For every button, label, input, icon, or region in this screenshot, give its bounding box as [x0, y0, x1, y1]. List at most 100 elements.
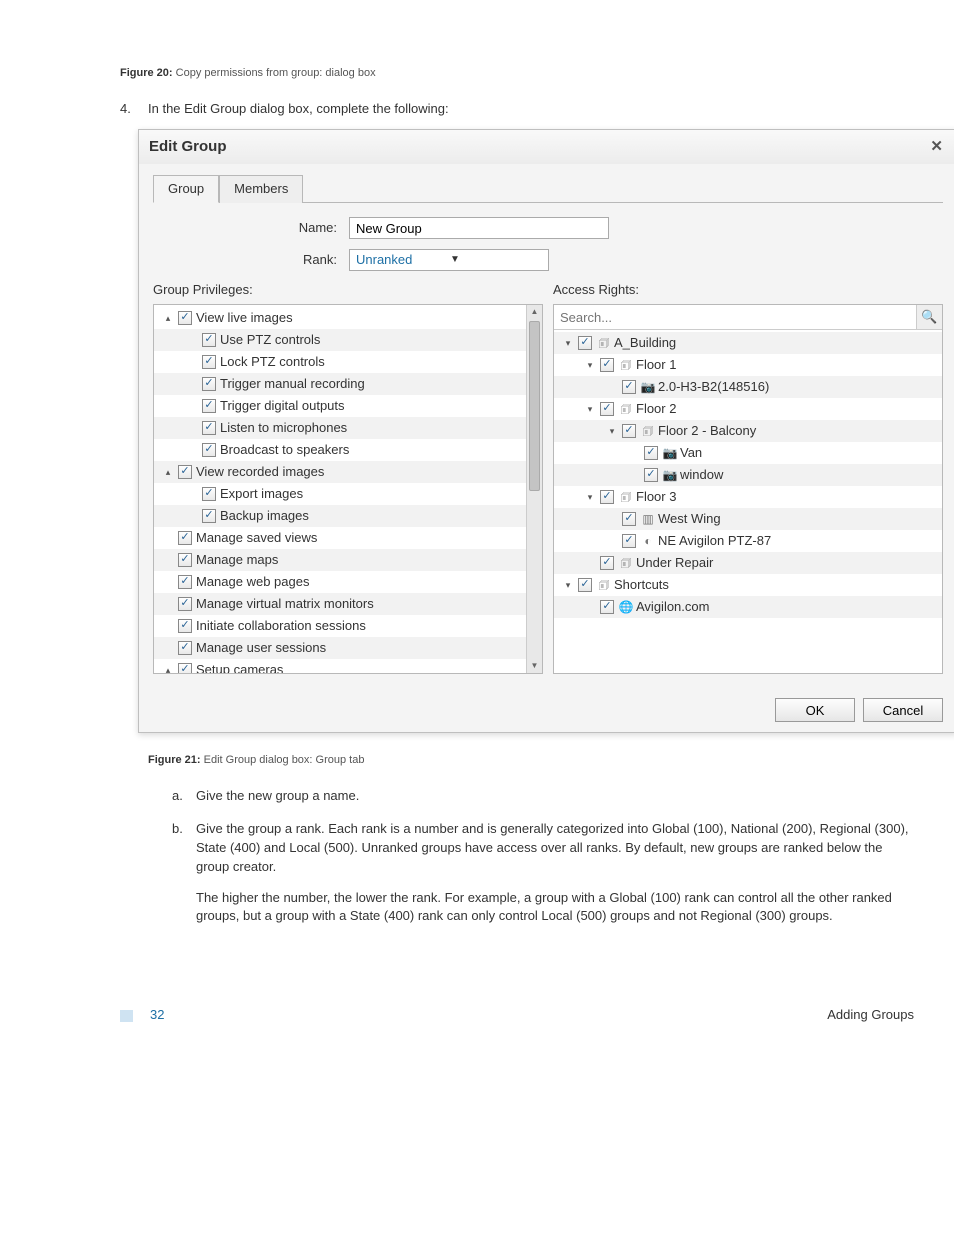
- privilege-row[interactable]: ▴✓View live images: [154, 307, 526, 329]
- privilege-row[interactable]: ✓Manage saved views: [154, 527, 526, 549]
- rights-listbox[interactable]: 🔍 ▾✓🗊A_Building▾✓🗊Floor 1✓📷2.0-H3-B2(148…: [553, 304, 943, 674]
- checkbox[interactable]: ✓: [202, 333, 216, 347]
- privilege-row[interactable]: ▴ ✓ View recorded images: [154, 461, 526, 483]
- checkbox[interactable]: ✓: [578, 336, 592, 350]
- privilege-row[interactable]: ✓Manage user sessions: [154, 637, 526, 659]
- step-a-text: Give the new group a name.: [196, 788, 359, 803]
- rights-row[interactable]: ✓▥West Wing: [554, 508, 942, 530]
- checkbox[interactable]: ✓: [202, 487, 216, 501]
- search-icon[interactable]: 🔍: [916, 305, 942, 329]
- rights-label: A_Building: [614, 334, 676, 353]
- privilege-row[interactable]: ▴✓Setup cameras: [154, 659, 526, 673]
- cam-icon: 📷: [662, 467, 678, 484]
- checkbox[interactable]: ✓: [578, 578, 592, 592]
- scrollbar[interactable]: ▲ ▼: [526, 305, 542, 673]
- tab-members[interactable]: Members: [219, 175, 303, 204]
- rank-select[interactable]: Unranked ▼: [349, 249, 549, 271]
- disclose-icon[interactable]: ▴: [162, 466, 174, 479]
- checkbox[interactable]: ✓: [622, 380, 636, 394]
- disclose-icon[interactable]: ▾: [584, 491, 596, 504]
- chevron-down-icon: ▼: [450, 253, 544, 268]
- privilege-label: View recorded images: [196, 463, 324, 482]
- rights-row[interactable]: ✓📷Van: [554, 442, 942, 464]
- rights-row[interactable]: ▾✓🗊Floor 2 - Balcony: [554, 420, 942, 442]
- disclose-icon[interactable]: ▾: [584, 359, 596, 372]
- checkbox[interactable]: ✓: [202, 355, 216, 369]
- checkbox[interactable]: ✓: [178, 597, 192, 611]
- rights-row[interactable]: ✓🌐Avigilon.com: [554, 596, 942, 618]
- rights-row[interactable]: ✓📷2.0-H3-B2(148516): [554, 376, 942, 398]
- scroll-down-icon[interactable]: ▼: [527, 659, 542, 673]
- privilege-row[interactable]: ✓ Manage virtual matrix monitors: [154, 593, 526, 615]
- privileges-listbox[interactable]: ▴✓View live images✓Use PTZ controls✓Lock…: [153, 304, 543, 674]
- ok-button[interactable]: OK: [775, 698, 855, 722]
- checkbox[interactable]: ✓: [622, 512, 636, 526]
- privilege-row[interactable]: ✓Export images: [154, 483, 526, 505]
- cancel-button[interactable]: Cancel: [863, 698, 943, 722]
- disclose-icon[interactable]: ▴: [162, 664, 174, 674]
- checkbox[interactable]: ✓: [202, 421, 216, 435]
- tab-group[interactable]: Group: [153, 175, 219, 204]
- search-input[interactable]: [554, 305, 916, 329]
- disclose-icon[interactable]: ▾: [584, 403, 596, 416]
- checkbox[interactable]: ✓: [600, 556, 614, 570]
- rights-row[interactable]: ▾✓🗊A_Building: [554, 332, 942, 354]
- checkbox[interactable]: ✓: [202, 399, 216, 413]
- checkbox[interactable]: ✓: [644, 468, 658, 482]
- disclose-icon[interactable]: ▾: [606, 425, 618, 438]
- privilege-row[interactable]: ✓Backup images: [154, 505, 526, 527]
- privilege-row[interactable]: ✓Trigger manual recording: [154, 373, 526, 395]
- checkbox[interactable]: ✓: [178, 663, 192, 673]
- disclose-icon[interactable]: ▴: [162, 312, 174, 325]
- rights-row[interactable]: ▾✓🗊Floor 3: [554, 486, 942, 508]
- checkbox[interactable]: ✓: [644, 446, 658, 460]
- footer-section: Adding Groups: [827, 1006, 914, 1025]
- privilege-row[interactable]: ✓Broadcast to speakers: [154, 439, 526, 461]
- checkbox[interactable]: ✓: [202, 509, 216, 523]
- privilege-row[interactable]: ✓Initiate collaboration sessions: [154, 615, 526, 637]
- checkbox[interactable]: ✓: [600, 358, 614, 372]
- privilege-row[interactable]: ✓Listen to microphones: [154, 417, 526, 439]
- checkbox[interactable]: ✓: [622, 424, 636, 438]
- privilege-row[interactable]: ✓Trigger digital outputs: [154, 395, 526, 417]
- privilege-row[interactable]: ✓ Manage web pages: [154, 571, 526, 593]
- checkbox[interactable]: ✓: [178, 553, 192, 567]
- site-icon: 🗊: [618, 401, 634, 418]
- checkbox[interactable]: ✓: [178, 311, 192, 325]
- close-icon[interactable]: ✕: [926, 136, 947, 158]
- step-4-text: In the Edit Group dialog box, complete t…: [148, 101, 449, 116]
- checkbox[interactable]: ✓: [202, 377, 216, 391]
- checkbox[interactable]: ✓: [600, 600, 614, 614]
- scroll-thumb[interactable]: [529, 321, 540, 491]
- checkbox[interactable]: ✓: [600, 402, 614, 416]
- privilege-row[interactable]: ✓Use PTZ controls: [154, 329, 526, 351]
- checkbox[interactable]: ✓: [600, 490, 614, 504]
- privilege-label: Manage virtual matrix monitors: [196, 595, 374, 614]
- checkbox[interactable]: ✓: [202, 443, 216, 457]
- disclose-icon[interactable]: ▾: [562, 337, 574, 350]
- privilege-row[interactable]: ✓Manage maps: [154, 549, 526, 571]
- checkbox[interactable]: ✓: [178, 619, 192, 633]
- figure-20-caption: Figure 20: Copy permissions from group: …: [120, 66, 914, 82]
- dome-icon: ◐: [640, 533, 656, 550]
- checkbox[interactable]: ✓: [178, 641, 192, 655]
- rights-row[interactable]: ✓🗊Under Repair: [554, 552, 942, 574]
- privilege-row[interactable]: ✓Lock PTZ controls: [154, 351, 526, 373]
- rights-row[interactable]: ▾✓🗊Floor 2: [554, 398, 942, 420]
- rights-label: Shortcuts: [614, 576, 669, 595]
- scroll-up-icon[interactable]: ▲: [527, 305, 542, 319]
- rights-row[interactable]: ✓📷window: [554, 464, 942, 486]
- site-icon: 🗊: [618, 489, 634, 506]
- checkbox[interactable]: ✓: [178, 531, 192, 545]
- rights-row[interactable]: ✓◐NE Avigilon PTZ-87: [554, 530, 942, 552]
- checkbox[interactable]: ✓: [178, 465, 192, 479]
- checkbox[interactable]: ✓: [622, 534, 636, 548]
- name-input[interactable]: [349, 217, 609, 239]
- rights-row[interactable]: ▾✓🗊Shortcuts: [554, 574, 942, 596]
- checkbox[interactable]: ✓: [178, 575, 192, 589]
- rights-row[interactable]: ▾✓🗊Floor 1: [554, 354, 942, 376]
- rank-value: Unranked: [356, 251, 450, 270]
- privilege-label: Manage web pages: [196, 573, 309, 592]
- footer-deco-icon: [120, 1010, 142, 1022]
- disclose-icon[interactable]: ▾: [562, 579, 574, 592]
